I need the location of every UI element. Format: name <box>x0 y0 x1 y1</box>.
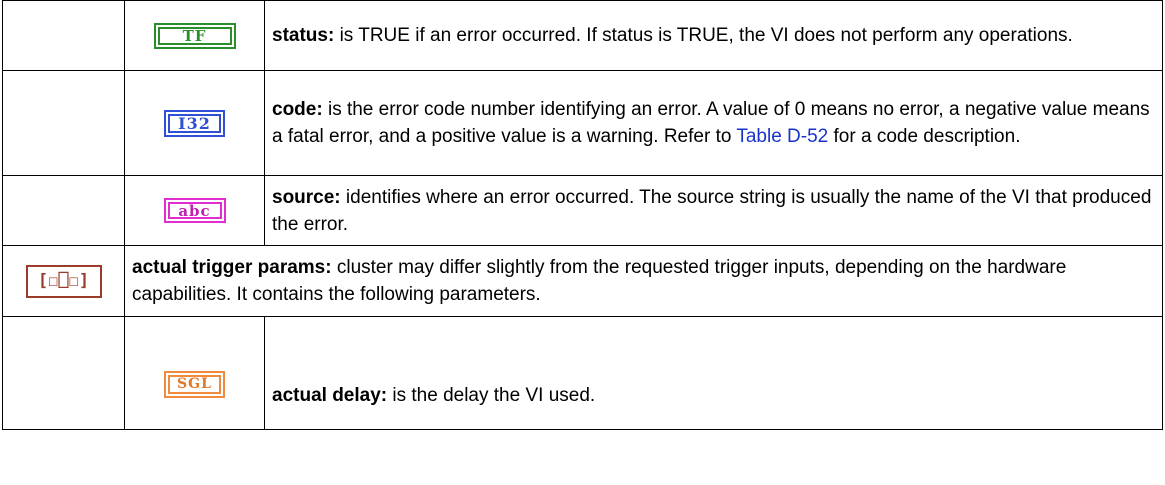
param-text: is the delay the VI used. <box>387 384 596 406</box>
param-text: identifies where an error occurred. The … <box>272 186 1152 235</box>
indent-cell <box>2 175 125 246</box>
indent-cell <box>2 70 125 176</box>
param-row-actual-trigger-params: [☐⎕☐] actual trigger params: cluster may… <box>2 245 1163 317</box>
param-row-code: I32 code: is the error code number ident… <box>2 70 1163 176</box>
param-row-status: TF status: is TRUE if an error occurred.… <box>2 0 1163 71</box>
indent-cell <box>2 316 125 430</box>
i32-numeric-icon: I32 <box>164 109 225 137</box>
string-abc-icon: abc <box>163 198 226 223</box>
param-description: status: is TRUE if an error occurred. If… <box>264 0 1163 71</box>
table-d52-link[interactable]: Table D-52 <box>736 126 828 147</box>
param-text-after: for a code description. <box>828 126 1021 147</box>
icon-cell: I32 <box>124 70 265 176</box>
param-row-source: abc source: identifies where an error oc… <box>2 175 1163 246</box>
icon-cell: abc <box>124 175 265 246</box>
param-description: actual delay: is the delay the VI used. <box>264 316 1163 430</box>
cluster-icon: [☐⎕☐] <box>25 264 102 298</box>
param-name: status: <box>272 25 335 46</box>
icon-cell: SGL <box>124 316 265 430</box>
boolean-tf-icon: TF <box>153 22 236 49</box>
parameter-table: TF status: is TRUE if an error occurred.… <box>2 0 1163 430</box>
param-text: is TRUE if an error occurred. If status … <box>334 25 1073 46</box>
param-name: code: <box>272 99 323 120</box>
icon-cell: [☐⎕☐] <box>2 245 125 317</box>
icon-cell: TF <box>124 0 265 71</box>
param-row-actual-delay: SGL actual delay: is the delay the VI us… <box>2 316 1163 430</box>
indent-cell <box>2 0 125 71</box>
param-name: actual trigger params: <box>132 257 332 278</box>
param-name: actual delay: <box>272 384 388 406</box>
param-description: source: identifies where an error occurr… <box>264 175 1163 246</box>
sgl-numeric-icon: SGL <box>164 370 225 398</box>
param-description: actual trigger params: cluster may diffe… <box>124 245 1163 317</box>
param-description: code: is the error code number identifyi… <box>264 70 1163 176</box>
param-name: source: <box>272 186 341 208</box>
